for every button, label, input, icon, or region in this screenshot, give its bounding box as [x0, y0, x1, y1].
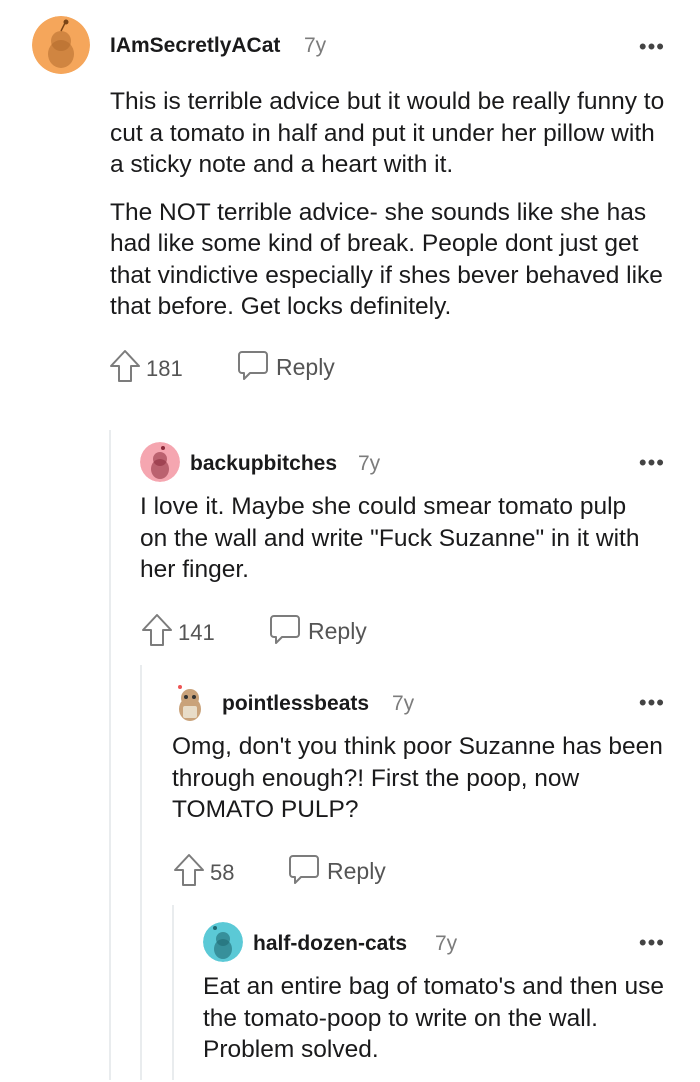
reply-label: Reply [327, 857, 386, 884]
upvote-icon[interactable] [108, 348, 142, 389]
vote-count: 58 [210, 859, 235, 885]
vote-count: 141 [178, 619, 215, 645]
reply-icon [238, 350, 268, 380]
comment-body: Eat an entire bag of tomato's and then u… [203, 971, 673, 1066]
comment-actions: 141 Reply [140, 612, 700, 652]
comment-body: Omg, don't you think poor Suzanne has be… [172, 731, 672, 826]
comment-paragraph: I love it. Maybe she could smear tomato … [140, 493, 640, 583]
comment: IAmSecretlyACat 7y ••• This is terrible … [32, 14, 700, 388]
timestamp: 7y [435, 932, 458, 955]
reply-icon [289, 854, 319, 884]
thread-line[interactable] [109, 430, 111, 1080]
comment-paragraph: Omg, don't you think poor Suzanne has be… [172, 733, 663, 823]
more-options-button[interactable]: ••• [639, 690, 665, 716]
comment-actions: 181 Reply [108, 348, 700, 388]
more-options-button[interactable]: ••• [639, 34, 665, 60]
avatar[interactable] [203, 922, 243, 962]
vote-count: 181 [146, 355, 183, 381]
comment-actions: 58 Reply [172, 852, 700, 892]
username[interactable]: pointlessbeats [222, 692, 369, 716]
timestamp: 7y [392, 692, 415, 715]
comment-paragraph: The NOT terrible advice- she sounds like… [110, 198, 663, 321]
upvote-icon[interactable] [172, 852, 206, 893]
comment: pointlessbeats 7y ••• Omg, don't you thi… [172, 682, 700, 892]
comment-paragraph: Eat an entire bag of tomato's and then u… [203, 973, 664, 1063]
avatar[interactable] [32, 16, 90, 74]
comment-body: I love it. Maybe she could smear tomato … [140, 491, 660, 586]
more-options-button[interactable]: ••• [639, 930, 665, 956]
more-options-button[interactable]: ••• [639, 450, 665, 476]
comment: half-dozen-cats 7y ••• Eat an entire bag… [203, 922, 700, 1082]
comment-body: This is terrible advice but it would be … [110, 86, 670, 323]
thread-line[interactable] [140, 665, 142, 1080]
reply-icon [270, 614, 300, 644]
avatar[interactable] [140, 442, 180, 482]
upvote-icon[interactable] [140, 612, 174, 653]
timestamp: 7y [358, 452, 381, 475]
username[interactable]: half-dozen-cats [253, 932, 407, 956]
comment-paragraph: This is terrible advice but it would be … [110, 88, 665, 178]
timestamp: 7y [304, 34, 327, 57]
username[interactable]: backupbitches [190, 452, 337, 476]
thread-line[interactable] [172, 905, 174, 1080]
avatar[interactable] [172, 682, 208, 722]
reply-label: Reply [276, 353, 335, 380]
comment: backupbitches 7y ••• I love it. Maybe sh… [140, 442, 700, 652]
reply-label: Reply [308, 617, 367, 644]
username[interactable]: IAmSecretlyACat [110, 34, 280, 58]
